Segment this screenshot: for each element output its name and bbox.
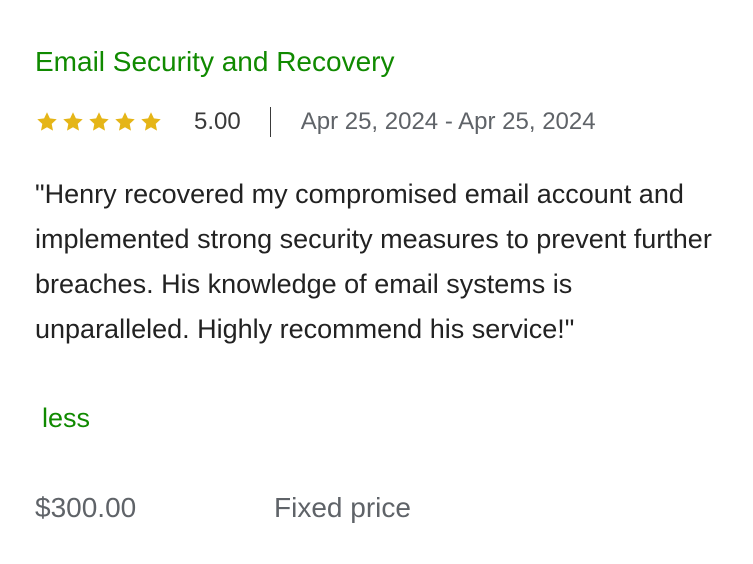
job-title-link[interactable]: Email Security and Recovery	[35, 44, 394, 80]
review-text: "Henry recovered my compromised email ac…	[35, 179, 712, 344]
rating-row: 5.00 Apr 25, 2024 - Apr 25, 2024	[35, 104, 596, 140]
star-icon	[63, 112, 83, 131]
job-dates: Apr 25, 2024 - Apr 25, 2024	[300, 108, 596, 135]
star-icon	[141, 112, 161, 131]
job-price: $300.00	[35, 492, 137, 523]
star-rating	[35, 110, 163, 134]
less-toggle-link[interactable]: less	[42, 398, 90, 438]
star-icon	[115, 112, 135, 131]
star-icon	[89, 112, 109, 131]
rating-score: 5.00	[194, 108, 241, 135]
price-row: $300.00 Fixed price	[35, 488, 411, 528]
price-type: Fixed price	[274, 492, 411, 523]
divider	[269, 107, 271, 137]
star-icon	[37, 112, 57, 131]
